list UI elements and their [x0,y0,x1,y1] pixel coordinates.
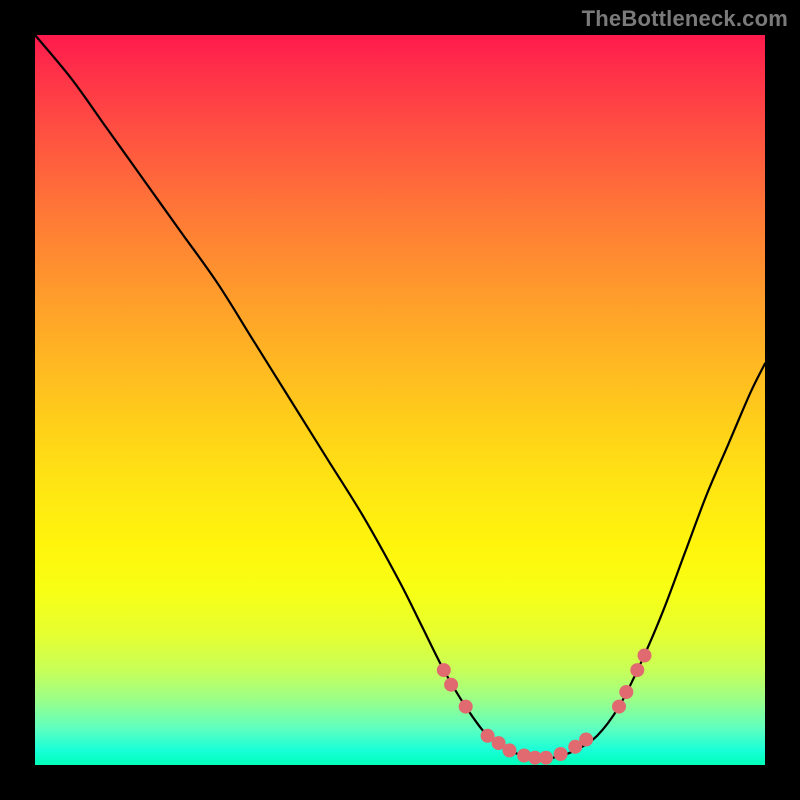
curve-marker [638,649,652,663]
curve-marker [612,700,626,714]
curve-markers [437,649,652,765]
curve-marker [619,685,633,699]
curve-marker [630,663,644,677]
curve-marker [459,700,473,714]
curve-svg [35,35,765,765]
curve-marker [539,751,553,765]
curve-marker [579,733,593,747]
curve-marker [554,747,568,761]
chart-frame: TheBottleneck.com [0,0,800,800]
curve-marker [503,743,517,757]
bottleneck-curve [35,35,765,759]
plot-area [35,35,765,765]
curve-marker [444,678,458,692]
watermark-text: TheBottleneck.com [582,6,788,32]
curve-marker [437,663,451,677]
